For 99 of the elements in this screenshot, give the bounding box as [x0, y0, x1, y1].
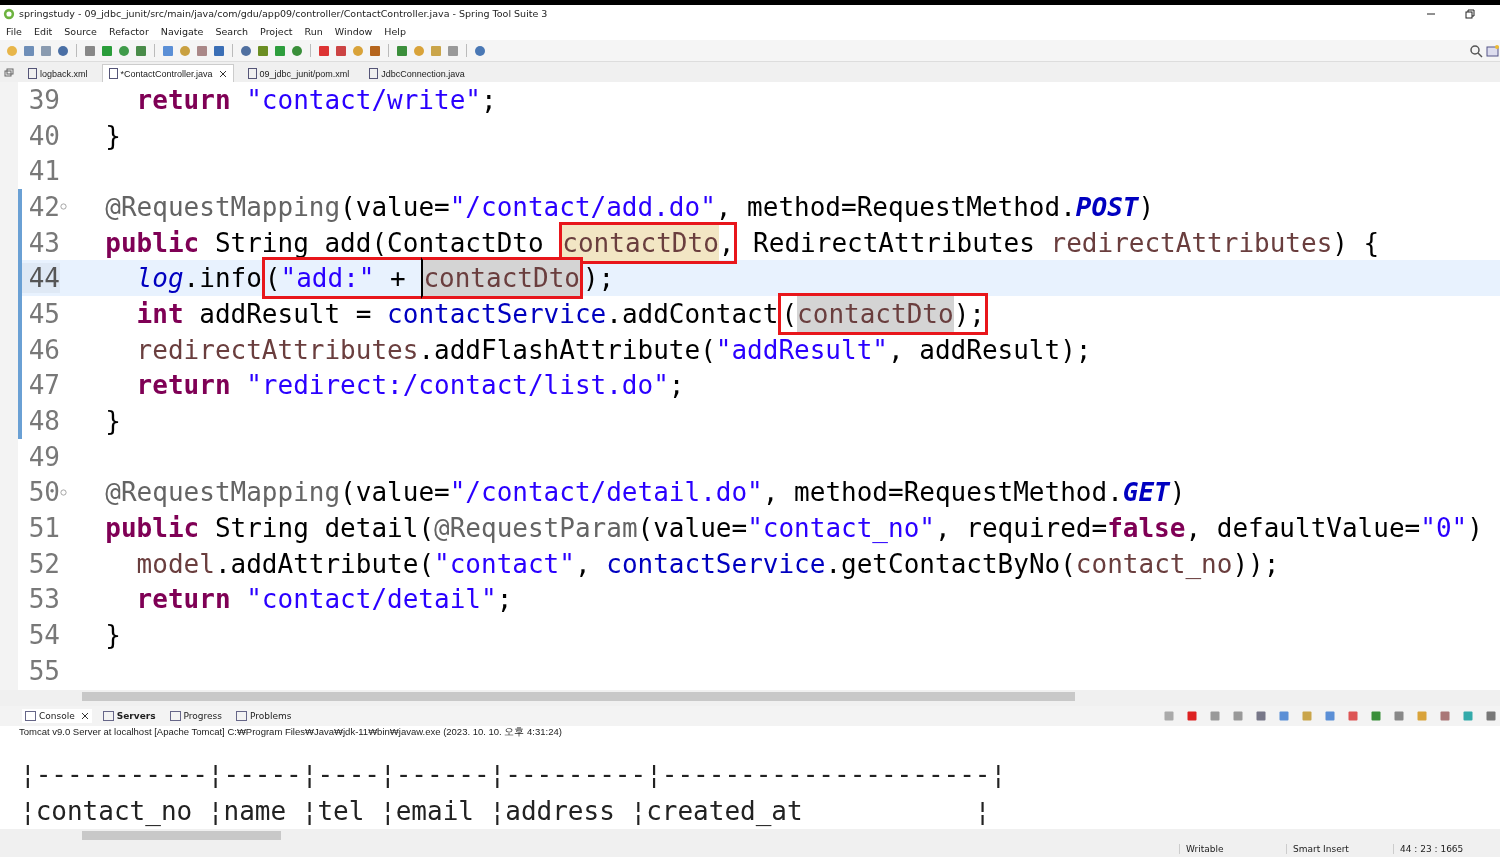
console-tool-icon[interactable] [1393, 710, 1405, 722]
console-tool-icon[interactable] [1416, 710, 1428, 722]
code-line: } [104, 119, 121, 153]
line-number: 44 [22, 263, 60, 294]
line-number: 40 [27, 120, 60, 151]
menu-item[interactable]: Search [215, 25, 249, 37]
console-tool-icon[interactable] [1485, 710, 1497, 722]
code-line: return "contact/detail"; [135, 583, 513, 617]
menu-item[interactable]: Source [64, 25, 97, 37]
menu-item[interactable]: Navigate [160, 25, 204, 37]
code-line: } [104, 405, 121, 439]
console-tool-icon[interactable] [1370, 710, 1382, 722]
line-number: 51 [27, 513, 60, 544]
code-line: return "contact/write"; [135, 83, 497, 117]
code-line: @RequestMapping(value="/contact/add.do", method=RequestMethod.POST) [104, 190, 1155, 224]
line-number: 43 [27, 227, 60, 258]
search-icon[interactable] [1469, 43, 1483, 58]
menu-item[interactable]: Refactor [108, 25, 149, 37]
restore-view-icon[interactable] [4, 68, 14, 78]
tool-icon[interactable] [395, 43, 409, 58]
menu-item[interactable]: Project [260, 25, 293, 37]
editor-tab[interactable]: *ContactController.java [101, 64, 234, 82]
console-tool-icon[interactable] [1301, 710, 1313, 722]
tool-icon[interactable] [412, 43, 426, 58]
tool-icon[interactable] [83, 43, 97, 58]
line-number: 53 [27, 584, 60, 615]
menu-item[interactable]: Edit [33, 25, 53, 37]
line-number: 52 [27, 548, 60, 579]
close-icon[interactable] [218, 69, 227, 78]
menu-item[interactable]: File [6, 25, 22, 37]
code-line: return "redirect:/contact/list.do"; [135, 369, 685, 403]
tool-icon[interactable] [273, 43, 287, 58]
status-field: Writable [1179, 844, 1286, 854]
window-title: springstudy - 09_jdbc_junit/src/main/java/com/gdu/app09/controller/ContactController.java - Spring Tool Suite 3 [19, 8, 548, 19]
tool-icon[interactable] [161, 43, 175, 58]
restore-icon[interactable] [1465, 8, 1475, 19]
tool-icon[interactable] [178, 43, 192, 58]
tool-icon[interactable] [334, 43, 348, 58]
tool-icon[interactable] [429, 43, 443, 58]
view-tab[interactable]: Problems [232, 709, 295, 723]
line-number: 55 [27, 655, 60, 686]
line-number: 49 [27, 441, 60, 472]
code-line: } [104, 619, 121, 653]
line-number: 54 [27, 620, 60, 651]
console-tool-icon[interactable] [1462, 710, 1474, 722]
console-tool-icon[interactable] [1347, 710, 1359, 722]
line-number: 48 [27, 406, 60, 437]
fold-icon[interactable] [60, 203, 67, 211]
line-number: 41 [27, 156, 60, 187]
status-field: 44 : 23 : 1665 [1393, 844, 1500, 854]
menu-item[interactable]: Run [304, 25, 323, 37]
console-tool-icon[interactable] [1232, 710, 1244, 722]
tool-icon[interactable] [195, 43, 209, 58]
line-number: 45 [27, 298, 60, 329]
console-tool-icon[interactable] [1163, 710, 1175, 722]
console-description: Tomcat v9.0 Server at localhost [Apache Tomcat] C:₩Program Files₩Java₩jdk-11₩bin₩javaw.exe (2023. 10. 10. 오후 4:31:24) [0, 726, 1500, 739]
code-line: @RequestMapping(value="/contact/detail.do", method=RequestMethod.GET) [104, 476, 1186, 510]
tool-icon[interactable] [134, 43, 148, 58]
console-tool-icon[interactable] [1186, 710, 1198, 722]
tool-icon[interactable] [317, 43, 331, 58]
code-line: public String detail(@RequestParam(value="contact_no", required=false, defaultValue="0") [104, 512, 1483, 546]
tool-icon[interactable] [446, 43, 460, 58]
line-number: 46 [27, 334, 60, 365]
tool-icon[interactable] [56, 43, 70, 58]
console-line: ¦contact_no ¦name ¦tel ¦email ¦address ¦created_at ¦ [20, 796, 992, 828]
code-line: redirectAttributes.addFlashAttribute("addResult", addResult); [135, 333, 1092, 367]
line-number: 47 [27, 370, 60, 401]
fold-icon[interactable] [60, 488, 67, 496]
line-number: 39 [27, 84, 60, 115]
tool-icon[interactable] [256, 43, 270, 58]
menu-item[interactable]: Help [384, 25, 406, 37]
tool-icon[interactable] [100, 43, 114, 58]
view-tab[interactable]: Progress [166, 709, 225, 723]
editor-tab[interactable]: logback.xml [22, 65, 94, 82]
tool-icon[interactable] [368, 43, 382, 58]
tool-icon[interactable] [39, 43, 53, 58]
tool-icon[interactable] [212, 43, 226, 58]
view-tab[interactable]: Servers [99, 709, 159, 723]
tool-icon[interactable] [239, 43, 253, 58]
code-line: model.addAttribute("contact", contactService.getContactByNo(contact_no)); [135, 547, 1280, 581]
tool-icon[interactable] [117, 43, 131, 58]
tool-icon[interactable] [473, 43, 487, 58]
console-tool-icon[interactable] [1324, 710, 1336, 722]
editor-tab[interactable]: JdbcConnection.java [363, 65, 471, 82]
menu-item[interactable]: Window [334, 25, 373, 37]
console-tool-icon[interactable] [1278, 710, 1290, 722]
line-number: 42 [27, 191, 60, 222]
view-tab[interactable]: Console [22, 709, 92, 723]
line-number: 50 [27, 477, 60, 508]
console-tool-icon[interactable] [1439, 710, 1451, 722]
close-icon[interactable] [80, 712, 89, 720]
status-field: Smart Insert [1286, 844, 1393, 854]
console-tool-icon[interactable] [1209, 710, 1221, 722]
tool-icon[interactable] [351, 43, 365, 58]
tool-icon[interactable] [22, 43, 36, 58]
editor-tab[interactable]: 09_jdbc_junit/pom.xml [241, 65, 356, 82]
console-line: ¦-----------¦-----¦----¦------¦---------¦---------------------¦ [20, 759, 1008, 791]
console-tool-icon[interactable] [1255, 710, 1267, 722]
tool-icon[interactable] [290, 43, 304, 58]
